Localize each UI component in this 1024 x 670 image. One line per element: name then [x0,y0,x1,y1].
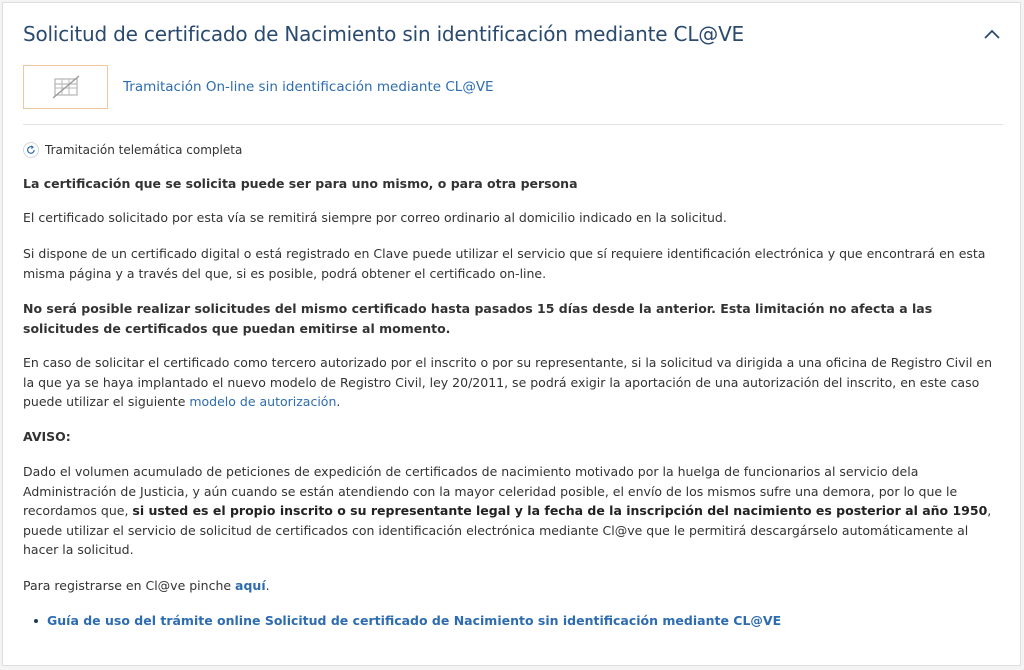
procedure-panel: Solicitud de certificado de Nacimiento s… [2,2,1021,666]
refresh-icon [23,142,39,158]
paragraph-register: Para registrarse en Cl@ve pinche aquí. [23,576,1007,596]
paragraph-notice: Dado el volumen acumulado de peticiones … [23,462,1007,560]
online-procedure-link[interactable]: Tramitación On-line sin identificación m… [123,79,494,95]
paragraph-digital-certificate: Si dispone de un certificado digital o e… [23,246,986,281]
register-here-link[interactable]: aquí [235,578,266,593]
card-crossed-icon [52,75,80,99]
option-icon-box[interactable] [23,65,108,109]
register-text: Para registrarse en Cl@ve pinche [23,577,236,593]
list-item: Guía de uso del trámite online Solicitud… [34,611,1007,631]
paragraph-delivery: El certificado solicitado por esta vía s… [23,209,727,225]
panel-header[interactable]: Solicitud de certificado de Nacimiento s… [3,3,1020,63]
paragraph-limitation: No será posible realizar solicitudes del… [23,301,933,336]
notice-text-bold: si usted es el propio inscrito o su repr… [132,503,988,518]
authorization-model-link[interactable]: modelo de autorización [189,394,336,409]
badge-label: Tramitación telemática completa [45,143,243,157]
register-end: . [265,577,270,593]
paragraph-scope: La certificación que se solicita puede s… [23,176,578,191]
procedure-description: La certificación que se solicita puede s… [23,174,1007,631]
notice-heading: AVISO: [23,428,71,444]
chevron-up-icon[interactable] [982,25,1002,45]
third-party-end: . [336,394,341,409]
usage-guide-link[interactable]: Guía de uso del trámite online Solicitud… [47,613,781,628]
paragraph-third-party: En caso de solicitar el certificado como… [23,353,1007,412]
guides-list: Guía de uso del trámite online Solicitud… [23,611,1007,631]
online-option: Tramitación On-line sin identificación m… [23,64,1003,125]
third-party-text: En caso de solicitar el certificado como… [23,355,993,409]
section-title: Solicitud de certificado de Nacimiento s… [23,22,744,46]
